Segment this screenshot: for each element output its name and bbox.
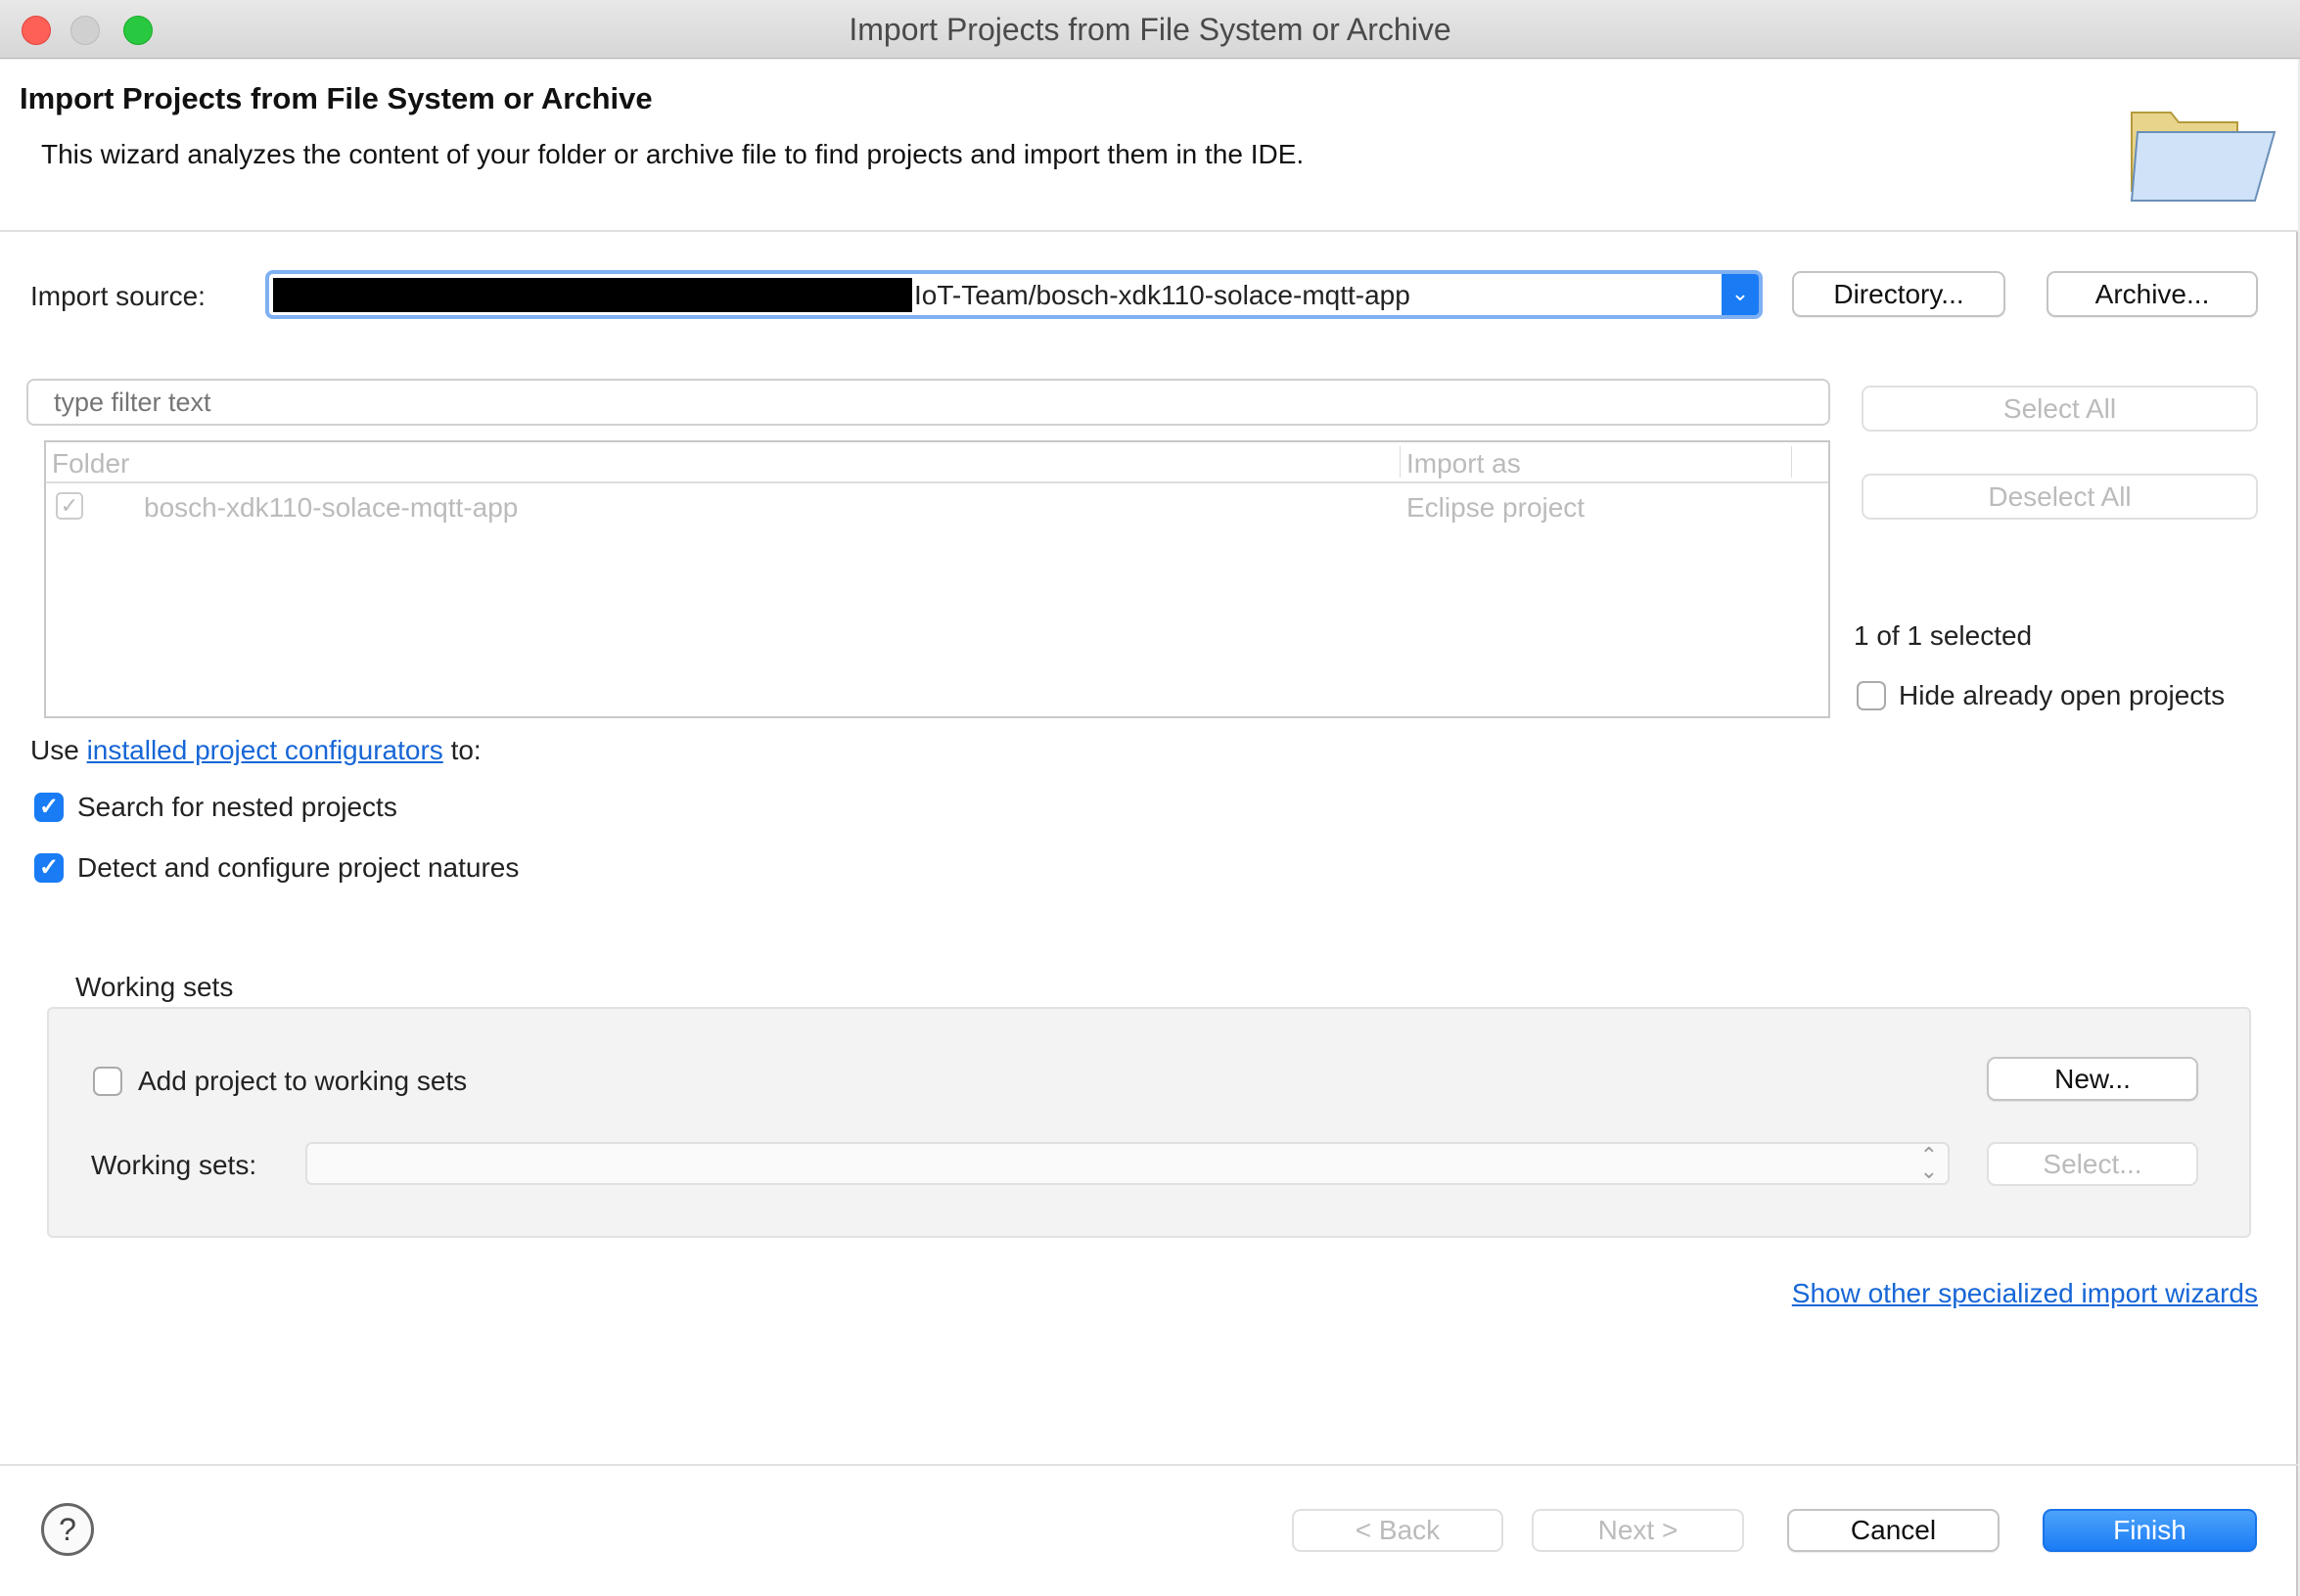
add-to-working-sets-checkbox[interactable] <box>93 1067 122 1096</box>
column-import-as[interactable]: Import as <box>1406 448 1521 479</box>
detect-natures-checkbox[interactable]: ✓ <box>34 853 64 883</box>
column-folder[interactable]: Folder <box>52 448 129 479</box>
window-title: Import Projects from File System or Arch… <box>849 12 1451 47</box>
column-divider <box>1791 446 1792 478</box>
selected-count: 1 of 1 selected <box>1854 620 2033 651</box>
working-sets-combo[interactable]: ⌃ ⌄ <box>305 1142 1950 1185</box>
deselect-all-button[interactable]: Deselect All <box>1862 474 2258 520</box>
row-import-as: Eclipse project <box>1406 492 1586 523</box>
import-source-label: Import source: <box>30 281 206 311</box>
import-source-combo[interactable]: IoT-Team/bosch-xdk110-solace-mqtt-app ⌄ <box>265 270 1763 319</box>
cancel-button[interactable]: Cancel <box>1787 1509 2000 1552</box>
folder-icon <box>2124 93 2280 210</box>
up-down-chevron-icon: ⌃ ⌄ <box>1919 1143 1938 1183</box>
chevron-down-icon[interactable]: ⌄ <box>1722 274 1759 315</box>
archive-button[interactable]: Archive... <box>2047 271 2258 317</box>
working-sets-group-label: Working sets <box>75 972 234 1002</box>
footer-divider <box>0 1464 2298 1466</box>
hide-open-checkbox[interactable] <box>1857 681 1886 710</box>
installed-configurators-link[interactable]: installed project configurators <box>87 735 443 765</box>
new-working-set-button[interactable]: New... <box>1987 1057 2198 1101</box>
configurators-suffix: to: <box>450 735 482 765</box>
working-sets-group <box>47 1007 2251 1238</box>
nested-projects-label: Search for nested projects <box>77 792 397 822</box>
column-divider <box>1400 446 1401 478</box>
select-working-set-button[interactable]: Select... <box>1987 1142 2198 1186</box>
filter-input[interactable] <box>26 379 1830 426</box>
nested-projects-checkbox[interactable]: ✓ <box>34 793 64 822</box>
next-button[interactable]: Next > <box>1532 1509 1744 1552</box>
projects-table: Folder Import as ✓ bosch-xdk110-solace-m… <box>44 440 1830 718</box>
select-all-button[interactable]: Select All <box>1862 386 2258 432</box>
import-source-value: IoT-Team/bosch-xdk110-solace-mqtt-app <box>914 280 1410 310</box>
hide-open-label: Hide already open projects <box>1899 680 2226 710</box>
detect-natures-label: Detect and configure project natures <box>77 852 520 883</box>
configurators-prefix: Use <box>30 735 79 765</box>
help-icon[interactable]: ? <box>41 1503 94 1556</box>
row-checkbox[interactable]: ✓ <box>56 492 83 520</box>
other-import-wizards-link[interactable]: Show other specialized import wizards <box>1792 1278 2258 1309</box>
table-row[interactable]: ✓ bosch-xdk110-solace-mqtt-app Eclipse p… <box>46 487 1828 528</box>
working-sets-label: Working sets: <box>91 1150 257 1180</box>
finish-button[interactable]: Finish <box>2043 1509 2257 1552</box>
directory-button[interactable]: Directory... <box>1792 271 2005 317</box>
wizard-title: Import Projects from File System or Arch… <box>20 81 653 115</box>
redacted-path <box>273 278 912 312</box>
wizard-description: This wizard analyzes the content of your… <box>41 139 1305 169</box>
add-to-working-sets-label: Add project to working sets <box>138 1066 468 1096</box>
back-button[interactable]: < Back <box>1292 1509 1503 1552</box>
row-folder: bosch-xdk110-solace-mqtt-app <box>144 492 519 523</box>
table-header: Folder Import as <box>46 442 1828 483</box>
configurators-line: Use installed project configurators to: <box>30 735 482 766</box>
